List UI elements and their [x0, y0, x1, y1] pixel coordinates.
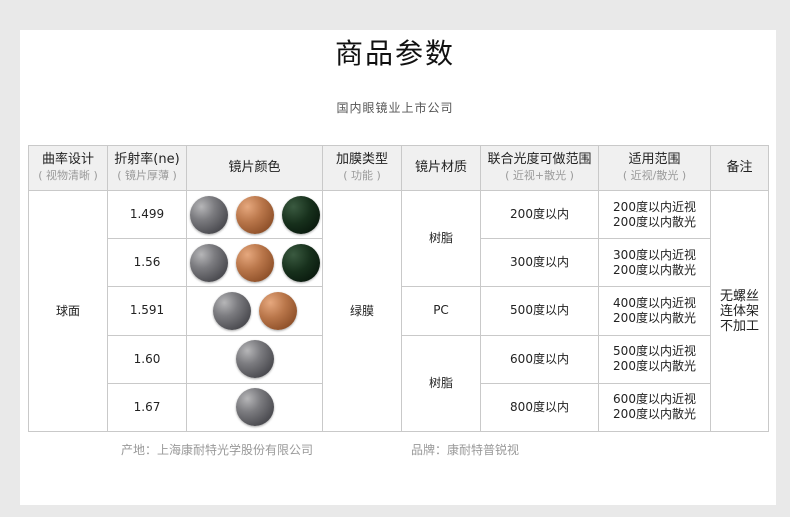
coating-cell: 绿膜: [322, 190, 402, 432]
color-cell: [186, 189, 323, 240]
combined-cell: 500度以内: [480, 286, 599, 336]
green-lens-icon: [281, 195, 320, 234]
header-label: 镜片材质: [414, 160, 467, 175]
footer-brand: 品牌：康耐特普锐视: [411, 443, 520, 457]
header-curvature: 曲率设计 ( 视物清晰 ): [28, 145, 108, 191]
gray-lens-icon: [189, 195, 228, 234]
design-cell: 球面: [28, 190, 108, 432]
color-cell: [186, 286, 323, 336]
scope-cell: 600度以内近视 200度以内散光: [598, 382, 711, 433]
gray-lens-icon: [189, 243, 228, 282]
combined-cell: 600度以内: [480, 334, 599, 384]
scope-line: 300度以内近视: [613, 247, 696, 262]
header-sublabel: ( 镜片厚薄 ): [117, 169, 177, 182]
scope-cell: 200度以内近视 200度以内散光: [598, 189, 711, 240]
index-cell: 1.56: [107, 238, 187, 288]
index-cell: 1.591: [107, 286, 187, 336]
scope-cell: 500度以内近视 200度以内散光: [598, 334, 711, 384]
scope-line: 200度以内散光: [613, 262, 696, 277]
gray-lens-icon: [212, 291, 251, 330]
table-row: 球面 1.499 绿膜 树脂 200度以内 200度以内近视 200度以内散光 …: [28, 189, 769, 432]
scope-cell: 400度以内近视 200度以内散光: [598, 286, 711, 336]
header-sublabel: ( 功能 ): [343, 169, 381, 182]
combined-cell: 800度以内: [480, 382, 599, 433]
scope-line: 200度以内散光: [613, 407, 696, 422]
header-sublabel: ( 近视/散光 ): [622, 169, 687, 182]
header-color: 镜片颜色: [186, 145, 323, 191]
index-cell: 1.67: [107, 382, 187, 433]
table-header-row: 曲率设计 ( 视物清晰 ) 折射率(ne) ( 镜片厚薄 ) 镜片颜色 加膜类型…: [28, 145, 769, 191]
header-material: 镜片材质: [401, 145, 481, 191]
header-note: 备注: [710, 145, 769, 191]
combined-cell: 200度以内: [480, 189, 599, 240]
color-cell: [186, 382, 323, 433]
index-cell: 1.499: [107, 189, 187, 240]
header-sublabel: ( 近视+散光 ): [505, 169, 574, 182]
header-combined: 联合光度可做范围 ( 近视+散光 ): [480, 145, 599, 191]
header-scope: 适用范围 ( 近视/散光 ): [598, 145, 711, 191]
gray-lens-icon: [235, 340, 274, 379]
header-label: 联合光度可做范围: [487, 152, 592, 167]
brown-lens-icon: [258, 291, 297, 330]
combined-cell: 300度以内: [480, 238, 599, 288]
note-cell: 无螺丝 连体架 不加工: [710, 190, 769, 432]
header-index: 折射率(ne) ( 镜片厚薄 ): [107, 145, 187, 191]
header-coating: 加膜类型 ( 功能 ): [322, 145, 402, 191]
header-label: 折射率(ne): [114, 152, 180, 167]
scope-line: 200度以内散光: [613, 310, 696, 325]
scope-line: 400度以内近视: [613, 295, 696, 310]
header-label: 镜片颜色: [228, 160, 281, 175]
note-line: 连体架: [719, 303, 759, 319]
header-sublabel: ( 视物清晰 ): [38, 169, 98, 182]
green-lens-icon: [281, 243, 320, 282]
spec-table: 曲率设计 ( 视物清晰 ) 折射率(ne) ( 镜片厚薄 ) 镜片颜色 加膜类型…: [28, 145, 769, 433]
material-cell: 树脂: [401, 189, 481, 288]
header-label: 曲率设计: [41, 152, 94, 167]
note-line: 不加工: [719, 318, 759, 334]
color-cell: [186, 334, 323, 384]
page-title: 商品参数: [334, 37, 455, 70]
scope-line: 600度以内近视: [613, 392, 696, 407]
note-line: 无螺丝: [719, 288, 759, 304]
scope-line: 500度以内近视: [613, 344, 696, 359]
footer-origin: 产地：上海康耐特光学股份有限公司: [121, 443, 314, 457]
brown-lens-icon: [235, 195, 274, 234]
brown-lens-icon: [235, 243, 274, 282]
header-label: 备注: [726, 160, 753, 175]
material-cell: 树脂: [401, 334, 481, 433]
color-cell: [186, 238, 323, 288]
scope-line: 200度以内近视: [613, 199, 696, 214]
scope-cell: 300度以内近视 200度以内散光: [598, 238, 711, 288]
header-label: 适用范围: [628, 152, 681, 167]
scope-line: 200度以内散光: [613, 359, 696, 374]
header-label: 加膜类型: [335, 152, 388, 167]
material-cell: PC: [401, 286, 481, 336]
index-cell: 1.60: [107, 334, 187, 384]
page-subtitle: 国内眼镜业上市公司: [336, 101, 454, 115]
scope-line: 200度以内散光: [613, 214, 696, 229]
gray-lens-icon: [235, 388, 274, 427]
